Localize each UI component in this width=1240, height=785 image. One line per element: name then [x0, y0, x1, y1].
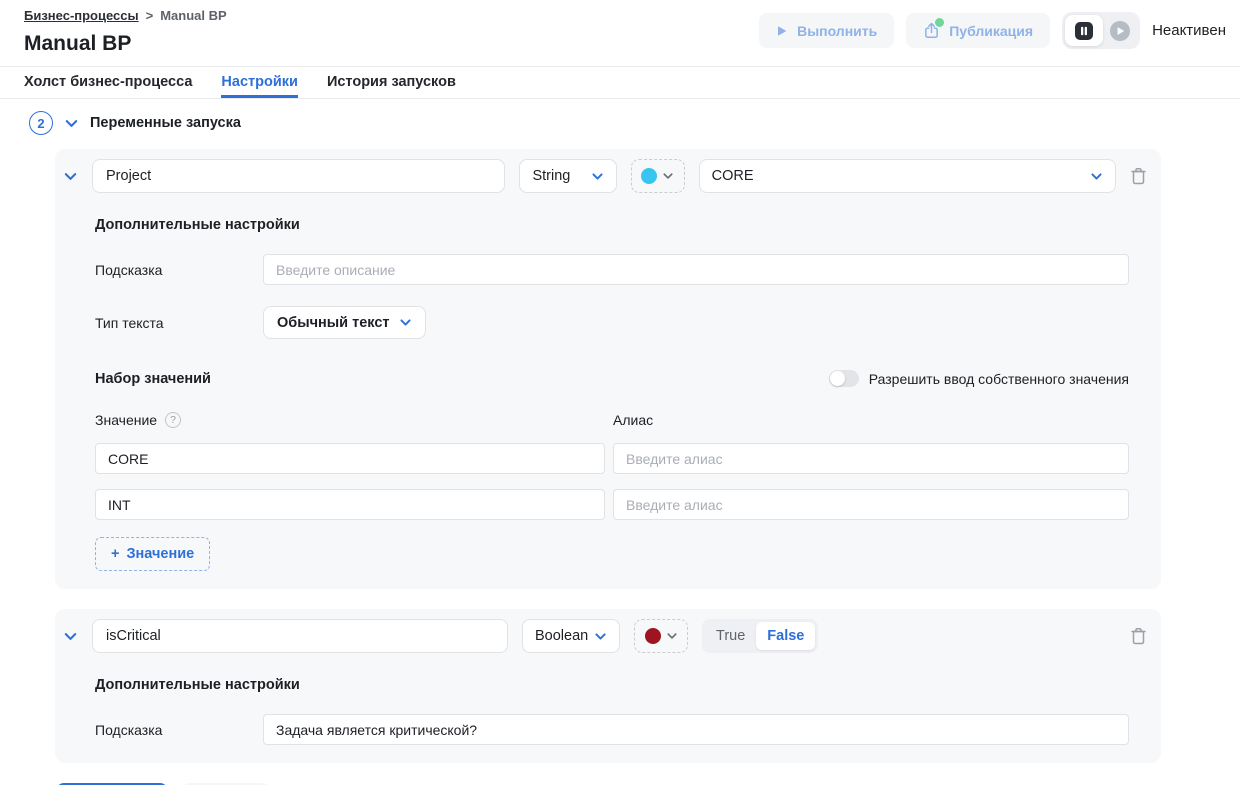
default-value-select[interactable]: CORE [699, 159, 1116, 193]
chevron-down-icon [594, 630, 607, 643]
boolean-default-toggle: True False [702, 619, 818, 653]
launch-variables-section-header: 2 Переменные запуска [0, 99, 1240, 147]
value-set-title: Набор значений [95, 371, 211, 387]
breadcrumb-link-business-processes[interactable]: Бизнес-процессы [24, 8, 139, 23]
chevron-down-icon [591, 170, 604, 183]
value-row [95, 443, 1129, 474]
plus-icon: + [111, 546, 119, 562]
color-dot [641, 168, 657, 184]
bool-option-false[interactable]: False [756, 622, 815, 650]
alias-input[interactable] [613, 443, 1129, 474]
text-type-label: Тип текста [95, 315, 263, 331]
values-table-headers: Значение ? Алиас [95, 412, 1129, 428]
bool-option-true[interactable]: True [705, 622, 756, 650]
chevron-down-icon [1090, 170, 1103, 183]
hint-label: Подсказка [95, 722, 263, 738]
run-button[interactable]: Выполнить [759, 13, 894, 48]
pause-segment[interactable] [1065, 15, 1103, 46]
variable-color-select[interactable] [631, 159, 685, 193]
variable-type-select[interactable]: String [519, 159, 617, 193]
variable-color-select[interactable] [634, 619, 688, 653]
value-set-row: Набор значений Разрешить ввод собственно… [95, 370, 1129, 387]
variable-card-project: String CORE Дополнительные настройки [55, 149, 1161, 589]
collapse-chevron-down-icon[interactable] [63, 629, 78, 644]
alias-column-header: Алиас [613, 412, 653, 428]
value-input[interactable] [95, 443, 605, 474]
additional-settings-title: Дополнительные настройки [95, 217, 1129, 233]
chevron-down-icon [399, 316, 412, 329]
section-chevron-down-icon[interactable] [64, 116, 79, 131]
text-type-select[interactable]: Обычный текст [263, 306, 426, 339]
delete-variable-button[interactable] [1130, 627, 1147, 645]
value-column-header: Значение [95, 412, 157, 428]
title-block: Бизнес-процессы > Manual BP Manual BP [24, 8, 227, 56]
alias-input[interactable] [613, 489, 1129, 520]
variable-header-row: String CORE [55, 159, 1161, 193]
breadcrumb-current: Manual BP [160, 8, 226, 23]
publish-status-dot [935, 18, 944, 27]
chevron-down-icon [662, 170, 674, 182]
play-icon [776, 25, 788, 37]
tab-settings[interactable]: Настройки [221, 67, 298, 98]
tab-canvas[interactable]: Холст бизнес-процесса [24, 67, 192, 98]
top-bar: Бизнес-процессы > Manual BP Manual BP Вы… [0, 0, 1240, 56]
variable-name-input[interactable] [92, 159, 505, 193]
allow-custom-value-label: Разрешить ввод собственного значения [869, 371, 1129, 387]
color-dot [645, 628, 661, 644]
variable-header-row: Boolean True False [55, 619, 1161, 653]
publish-share-icon [923, 22, 940, 39]
collapse-chevron-down-icon[interactable] [63, 169, 78, 184]
variable-type-select[interactable]: Boolean [522, 619, 620, 653]
add-value-button[interactable]: + Значение [95, 537, 210, 571]
allow-custom-value-toggle[interactable] [829, 370, 859, 387]
hint-input[interactable] [263, 254, 1129, 285]
additional-settings-title: Дополнительные настройки [95, 677, 1129, 693]
header-actions: Выполнить Публикация [759, 12, 1226, 49]
tab-bar: Холст бизнес-процесса Настройки История … [0, 66, 1240, 99]
allow-custom-value-row: Разрешить ввод собственного значения [829, 370, 1129, 387]
play-segment[interactable] [1103, 15, 1137, 46]
variable-card-body: Дополнительные настройки Подсказка [55, 677, 1161, 745]
text-type-row: Тип текста Обычный текст [95, 306, 1129, 339]
value-row [95, 489, 1129, 520]
breadcrumb-separator: > [146, 8, 154, 23]
hint-row: Подсказка [95, 714, 1129, 745]
hint-input[interactable] [263, 714, 1129, 745]
delete-variable-button[interactable] [1130, 167, 1147, 185]
status-badge: Неактивен [1152, 22, 1226, 39]
variables-count-badge: 2 [29, 111, 53, 135]
variable-card-body: Дополнительные настройки Подсказка Тип т… [55, 217, 1161, 571]
variable-name-input[interactable] [92, 619, 508, 653]
active-state-toggle[interactable] [1062, 12, 1140, 49]
variable-card-iscritical: Boolean True False Дополнительные настро… [55, 609, 1161, 763]
section-title: Переменные запуска [90, 115, 241, 131]
chevron-down-icon [666, 630, 678, 642]
tab-run-history[interactable]: История запусков [327, 67, 456, 98]
play-circle-icon [1109, 20, 1131, 42]
hint-label: Подсказка [95, 262, 263, 278]
page-title: Manual BP [24, 32, 227, 56]
publish-button[interactable]: Публикация [906, 13, 1050, 48]
value-input[interactable] [95, 489, 605, 520]
breadcrumb: Бизнес-процессы > Manual BP [24, 8, 227, 23]
help-icon[interactable]: ? [165, 412, 181, 428]
hint-row: Подсказка [95, 254, 1129, 285]
pause-icon [1074, 21, 1094, 41]
